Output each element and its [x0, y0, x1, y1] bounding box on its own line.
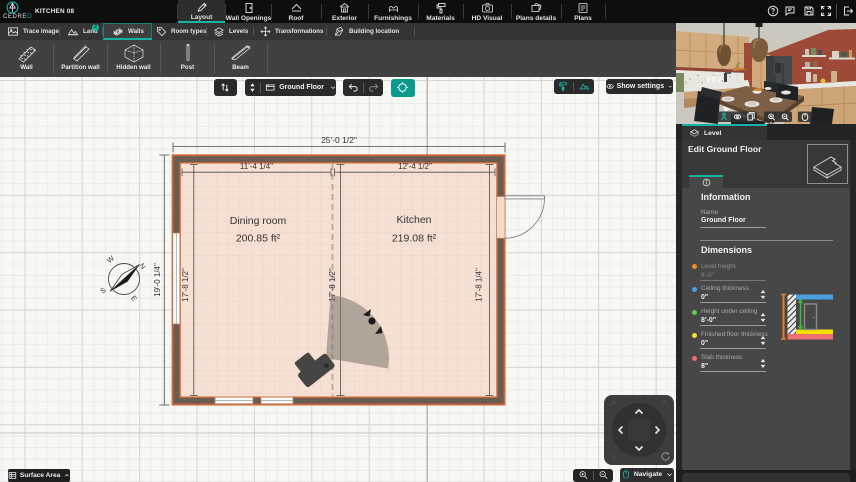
- svg-text:17'-8 1/2": 17'-8 1/2": [181, 268, 190, 302]
- svg-text:N: N: [137, 261, 147, 271]
- svg-text:17'-8 1/4": 17'-8 1/4": [475, 268, 484, 302]
- svg-text:E: E: [129, 294, 139, 303]
- svg-text:19'-0 1/4": 19'-0 1/4": [153, 263, 162, 297]
- svg-text:Kitchen: Kitchen: [396, 214, 431, 226]
- svg-text:219.08 ft²: 219.08 ft²: [392, 233, 437, 245]
- svg-text:Dining room: Dining room: [230, 215, 287, 227]
- svg-text:S: S: [98, 285, 107, 295]
- svg-text:W: W: [105, 254, 116, 265]
- svg-text:11'-4 1/4": 11'-4 1/4": [240, 162, 273, 171]
- svg-text:12'-4 1/2": 12'-4 1/2": [398, 162, 432, 171]
- svg-text:25'-0 1/2": 25'-0 1/2": [321, 135, 357, 145]
- svg-text:200.85 ft²: 200.85 ft²: [236, 233, 281, 245]
